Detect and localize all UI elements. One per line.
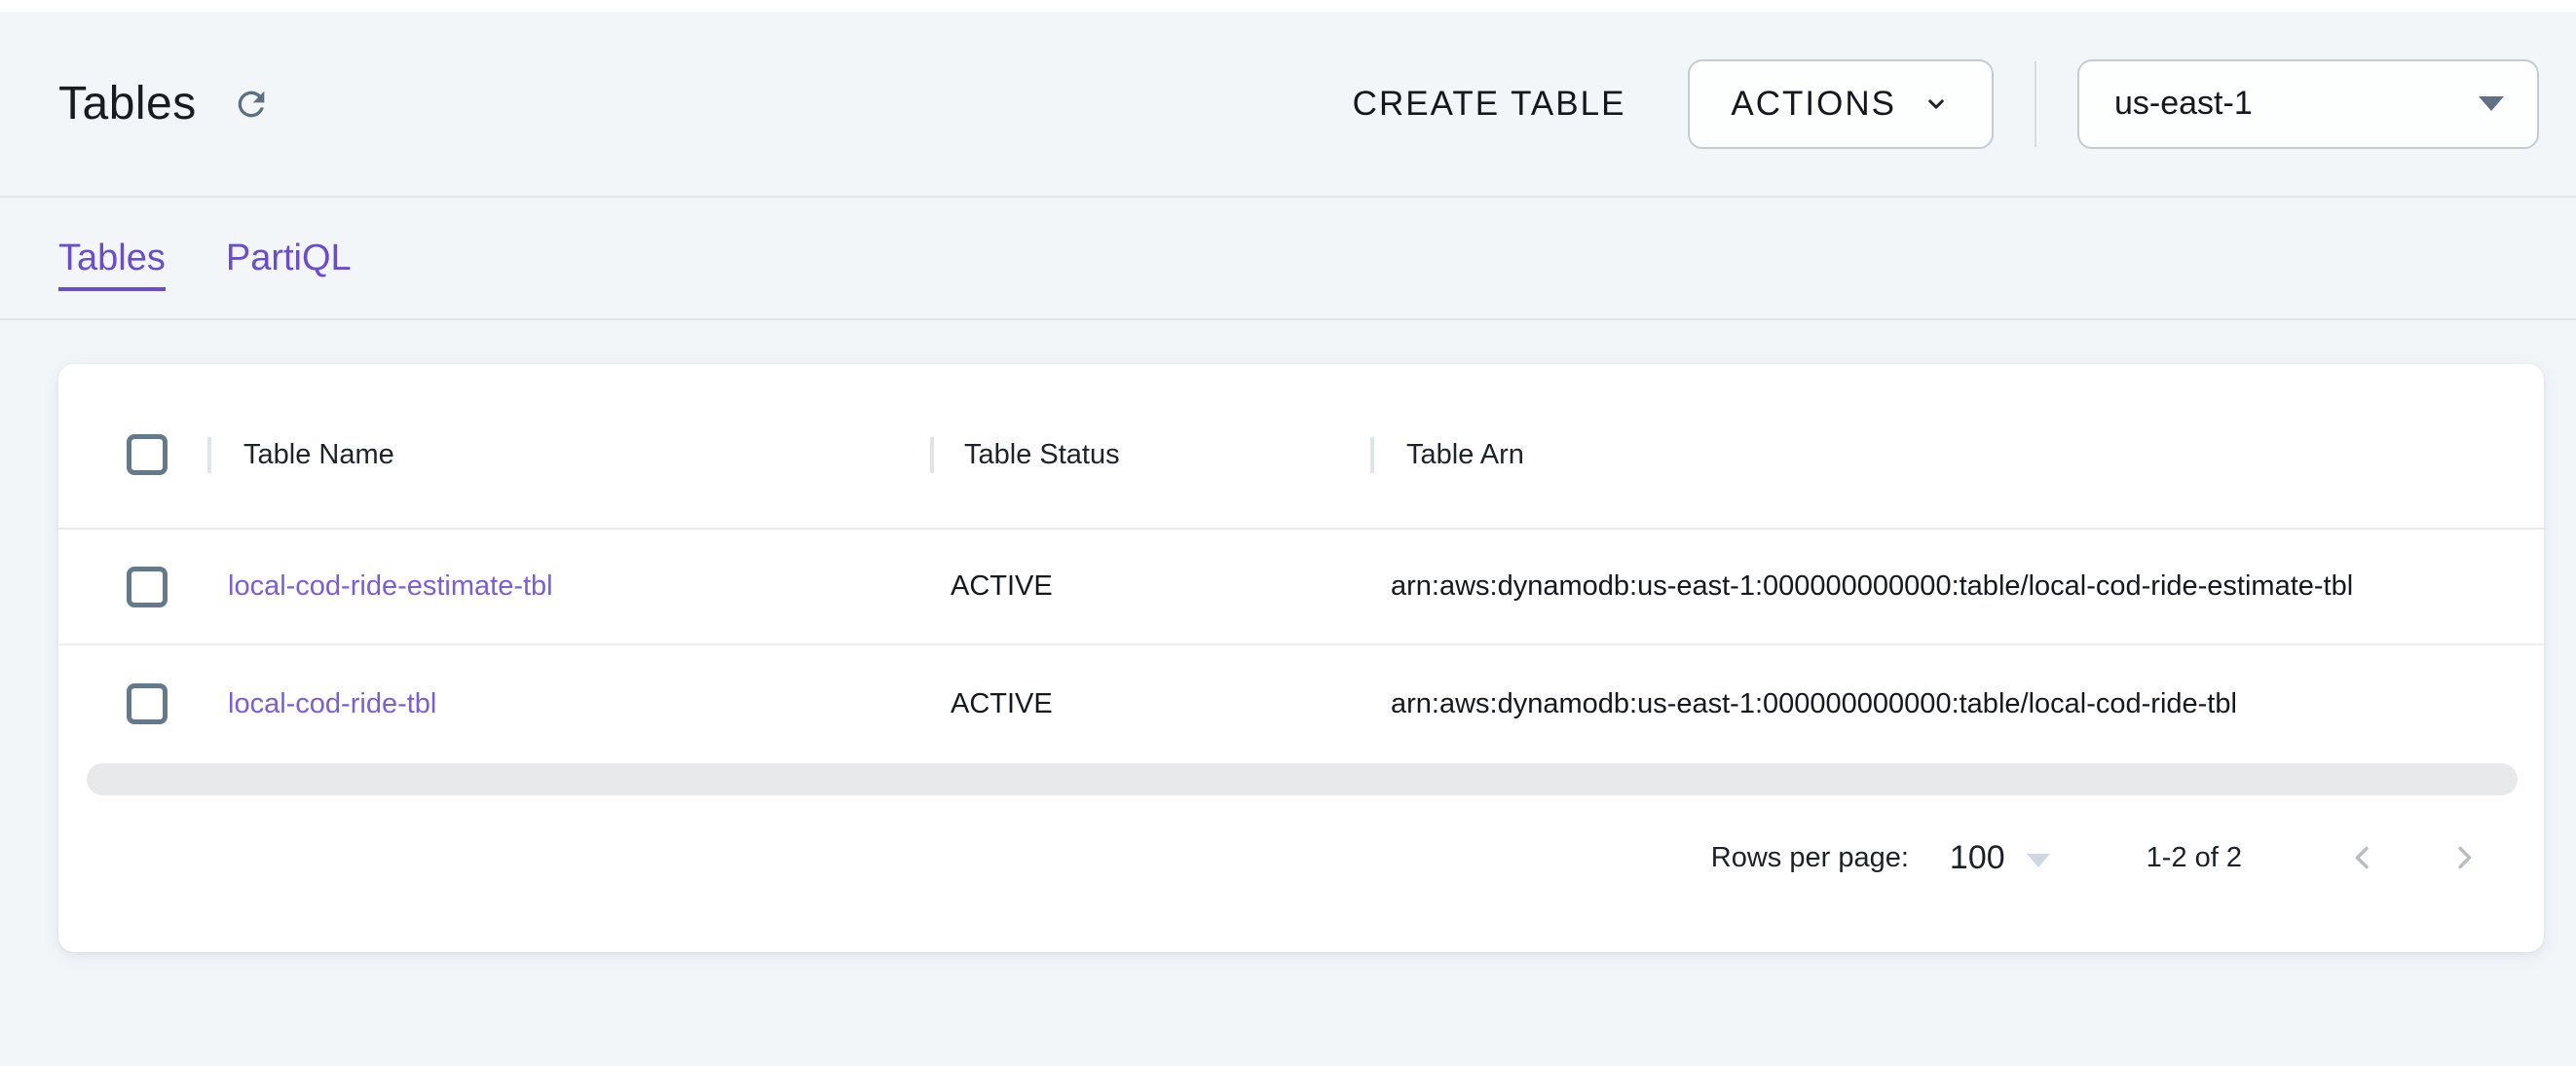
table-name-cell: local-cod-ride-estimate-tbl (207, 570, 930, 603)
table-row: local-cod-ride-tbl ACTIVE arn:aws:dynamo… (58, 645, 2544, 762)
tables-page: Tables CREATE TABLE ACTIONS (0, 0, 2576, 1066)
tables-card: Table Name Table Status Table Arn local-… (58, 364, 2544, 952)
create-table-button[interactable]: CREATE TABLE (1353, 85, 1626, 124)
triangle-down-icon (2479, 96, 2504, 111)
pagination-range-label: 1-2 of 2 (2147, 842, 2242, 874)
row-checkbox-cell (58, 567, 207, 607)
region-select-value: us-east-1 (2114, 85, 2253, 123)
table-arn-cell: arn:aws:dynamodb:us-east-1:000000000000:… (1370, 688, 2544, 720)
table-name-link[interactable]: local-cod-ride-estimate-tbl (228, 570, 553, 602)
horizontal-scrollbar[interactable] (87, 763, 2518, 795)
header-checkbox-cell (58, 434, 207, 475)
chevron-right-icon (2445, 839, 2483, 876)
column-header-table-arn: Table Arn (1374, 439, 2544, 471)
top-strip (0, 0, 2576, 12)
header-controls: CREATE TABLE ACTIONS us-east-1 (1353, 59, 2539, 149)
column-header-table-status: Table Status (934, 439, 1370, 471)
refresh-icon (232, 85, 271, 124)
triangle-down-icon (2027, 854, 2050, 867)
tab-tables[interactable]: Tables (58, 238, 166, 291)
page-header: Tables CREATE TABLE ACTIONS (0, 12, 2576, 198)
actions-button-label: ACTIONS (1731, 85, 1896, 124)
row-checkbox-cell (58, 683, 207, 724)
table-arn-cell: arn:aws:dynamodb:us-east-1:000000000000:… (1370, 570, 2544, 603)
table-name-link[interactable]: local-cod-ride-tbl (228, 688, 436, 719)
page-title: Tables (58, 77, 197, 130)
rows-per-page-value: 100 (1950, 839, 2005, 877)
row-checkbox[interactable] (127, 683, 168, 724)
row-checkbox[interactable] (127, 567, 168, 607)
refresh-button[interactable] (232, 85, 271, 124)
previous-page-button[interactable] (2339, 834, 2386, 881)
table-name-cell: local-cod-ride-tbl (207, 688, 930, 720)
tabs-bar: Tables PartiQL (0, 198, 2576, 320)
next-page-button[interactable] (2441, 834, 2487, 881)
header-vertical-divider (2035, 61, 2036, 147)
title-group: Tables (58, 77, 271, 130)
rows-per-page-label: Rows per page: (1711, 842, 1909, 874)
pagination-bar: Rows per page: 100 1-2 of 2 (58, 795, 2544, 952)
table-status-cell: ACTIVE (930, 688, 1370, 720)
rows-per-page-select[interactable]: 100 (1950, 839, 2050, 877)
tab-partiql[interactable]: PartiQL (226, 238, 352, 279)
select-all-checkbox[interactable] (127, 434, 168, 475)
chevron-down-icon (1922, 90, 1951, 119)
region-select[interactable]: us-east-1 (2077, 59, 2539, 149)
status-badge: ACTIVE (951, 570, 1053, 602)
main-content: Table Name Table Status Table Arn local-… (0, 320, 2576, 952)
actions-button[interactable]: ACTIONS (1688, 59, 1994, 149)
status-badge: ACTIVE (951, 688, 1053, 719)
table-header-row: Table Name Table Status Table Arn (58, 364, 2544, 530)
table-row: local-cod-ride-estimate-tbl ACTIVE arn:a… (58, 530, 2544, 645)
table-status-cell: ACTIVE (930, 570, 1370, 603)
chevron-left-icon (2344, 839, 2381, 876)
column-header-table-name: Table Name (211, 439, 930, 471)
